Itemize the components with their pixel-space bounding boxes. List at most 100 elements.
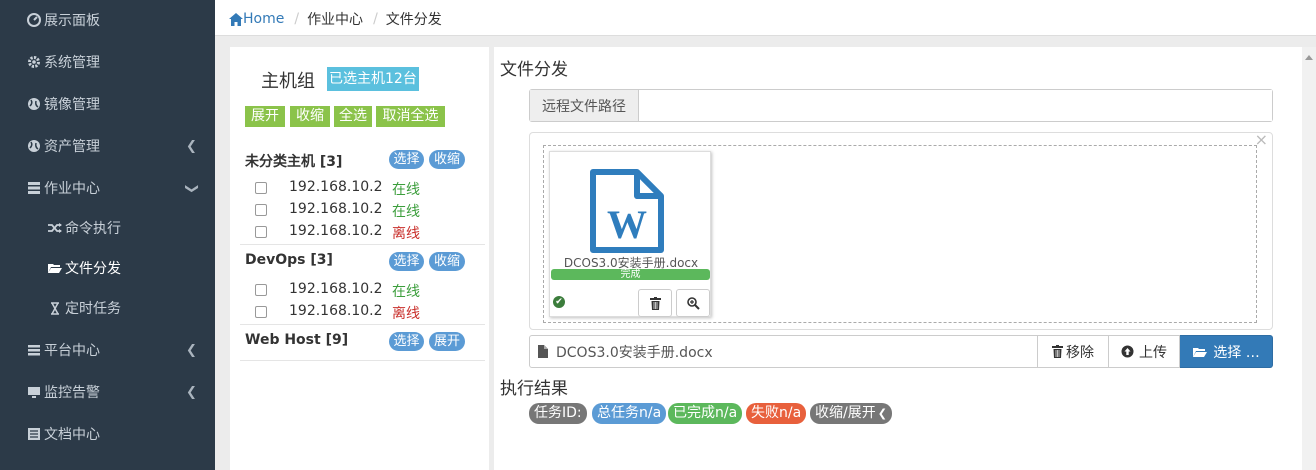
host-ip: 192.168.10.2 — [289, 201, 383, 217]
group-divider — [240, 244, 485, 245]
host-row: 192.168.10.2 离线 — [230, 302, 489, 324]
check-icon: ✔ — [553, 296, 565, 308]
select-all-button[interactable]: 全选 — [334, 106, 372, 127]
chevron-left-icon: ❮ — [186, 138, 197, 154]
sidebar-item-images[interactable]: 镜像管理 — [0, 84, 215, 124]
file-distribution-panel: 文件分发 远程文件路径 × W DCOS3.0安装手册.docx 完成 ✔ DC… — [494, 47, 1302, 470]
globe-icon — [27, 97, 41, 111]
monitor-icon — [27, 385, 41, 399]
sidebar-item-label: 镜像管理 — [44, 97, 100, 113]
chevron-left-icon: ❮ — [186, 342, 197, 358]
hourglass-icon — [47, 301, 63, 315]
delete-file-button[interactable] — [638, 289, 672, 317]
trash-icon — [649, 296, 661, 310]
sidebar-item-label: 资产管理 — [44, 139, 100, 155]
host-ip: 192.168.10.2 — [289, 179, 383, 195]
page-scrollbar[interactable] — [1302, 47, 1316, 470]
group-name: 未分类主机 [3] — [245, 154, 343, 170]
host-checkbox[interactable] — [255, 226, 267, 238]
host-status: 在线 — [392, 284, 420, 300]
remote-path-label: 远程文件路径 — [530, 90, 639, 121]
sidebar-item-label: 展示面板 — [44, 13, 100, 29]
host-row: 192.168.10.2 在线 — [230, 200, 489, 222]
chevron-left-icon: ❮ — [877, 407, 887, 420]
browse-file-button[interactable]: 选择 … — [1180, 335, 1273, 368]
group-divider — [240, 324, 485, 325]
sidebar-item-label: 平台中心 — [44, 343, 100, 359]
group-select-button[interactable]: 选择 — [389, 332, 424, 351]
selected-hosts-badge: 已选主机12台 — [327, 67, 419, 91]
zoom-in-icon — [686, 296, 700, 310]
host-row: 192.168.10.2 在线 — [230, 178, 489, 200]
folder-open-icon — [47, 262, 63, 274]
globe-icon — [27, 139, 41, 153]
host-row: 192.168.10.2 离线 — [230, 222, 489, 244]
svg-text:W: W — [607, 202, 647, 247]
collapse-all-button[interactable]: 收缩 — [290, 106, 330, 127]
remove-label: 移除 — [1066, 344, 1094, 361]
sidebar-item-system[interactable]: 系统管理 — [0, 42, 215, 82]
book-icon — [27, 427, 41, 441]
selected-file-field[interactable]: DCOS3.0安装手册.docx — [529, 335, 1038, 368]
sidebar-item-docs[interactable]: 文档中心 — [0, 414, 215, 454]
group-collapse-button[interactable]: 收缩 — [429, 252, 465, 271]
toggle-results-button[interactable]: 收缩/展开 ❮ — [810, 403, 892, 424]
chevron-left-icon: ❮ — [186, 384, 197, 400]
group-expand-button[interactable]: 展开 — [429, 332, 465, 351]
file-icon — [538, 345, 548, 358]
group-select-button[interactable]: 选择 — [389, 150, 424, 169]
host-status: 离线 — [392, 306, 420, 322]
sidebar-item-monitor[interactable]: 监控告警 ❮ — [0, 372, 215, 412]
sidebar-item-jobs[interactable]: 作业中心 ❮ — [0, 168, 215, 208]
sidebar-item-label: 文档中心 — [44, 427, 100, 443]
sidebar-subitem-cron[interactable]: 定时任务 — [0, 288, 215, 328]
completed-tasks-badge: 已完成n/a — [668, 403, 743, 424]
selected-file-name: DCOS3.0安装手册.docx — [556, 344, 713, 361]
breadcrumb-home-link[interactable]: Home — [229, 11, 284, 27]
zoom-file-button[interactable] — [676, 289, 710, 317]
file-distribution-title: 文件分发 — [500, 60, 568, 80]
remove-file-button[interactable]: 移除 — [1038, 335, 1109, 368]
sidebar-item-assets[interactable]: 资产管理 ❮ — [0, 126, 215, 166]
toggle-label: 收缩/展开 — [815, 405, 876, 421]
host-group-title: 主机组 — [261, 71, 315, 92]
scroll-up-arrow-icon[interactable] — [1305, 55, 1313, 60]
results-title: 执行结果 — [500, 379, 568, 399]
expand-all-button[interactable]: 展开 — [245, 106, 285, 127]
sidebar-item-dashboard[interactable]: 展示面板 — [0, 0, 215, 40]
sidebar-subitem-command[interactable]: 命令执行 — [0, 208, 215, 248]
sidebar: 展示面板 系统管理 镜像管理 资产管理 ❮ 作业中心 ❮ 命令执行 文件分发 定… — [0, 0, 215, 470]
group-collapse-button[interactable]: 收缩 — [429, 150, 465, 169]
upload-progress-bar: 完成 — [551, 269, 710, 280]
upload-button[interactable]: 上传 — [1109, 335, 1180, 368]
gear-icon — [27, 55, 41, 69]
deselect-all-button[interactable]: 取消全选 — [376, 106, 445, 127]
sidebar-item-platform[interactable]: 平台中心 ❮ — [0, 330, 215, 370]
breadcrumb-level1[interactable]: 作业中心 — [307, 9, 363, 29]
upload-icon — [1121, 345, 1134, 358]
sidebar-item-label: 定时任务 — [65, 301, 121, 317]
sidebar-subitem-file-dist[interactable]: 文件分发 — [0, 248, 215, 288]
list-icon — [27, 343, 41, 357]
file-drop-zone[interactable]: × W DCOS3.0安装手册.docx 完成 ✔ — [529, 130, 1273, 330]
home-icon — [229, 12, 243, 26]
drop-area[interactable]: W DCOS3.0安装手册.docx 完成 ✔ — [543, 145, 1257, 323]
remote-path-input[interactable] — [639, 90, 1272, 121]
word-document-icon: W — [590, 169, 664, 253]
sidebar-item-label: 监控告警 — [44, 385, 100, 401]
trash-icon — [1052, 345, 1063, 358]
server-icon — [27, 181, 41, 195]
random-icon — [47, 222, 63, 234]
group-select-button[interactable]: 选择 — [389, 252, 424, 271]
host-ip: 192.168.10.2 — [289, 223, 383, 239]
total-tasks-badge: 总任务n/a — [592, 403, 667, 424]
host-checkbox[interactable] — [255, 284, 267, 296]
host-group-panel: 主机组 已选主机12台 展开 收缩 全选 取消全选 未分类主机 [3] 选择 收… — [230, 47, 489, 470]
host-checkbox[interactable] — [255, 204, 267, 216]
breadcrumb: Home / 作业中心 / 文件分发 — [229, 9, 442, 29]
host-checkbox[interactable] — [255, 182, 267, 194]
task-id-label: 任务ID: — [529, 403, 587, 424]
host-checkbox[interactable] — [255, 306, 267, 318]
host-status: 离线 — [392, 226, 420, 242]
breadcrumb-current: 文件分发 — [385, 12, 442, 28]
